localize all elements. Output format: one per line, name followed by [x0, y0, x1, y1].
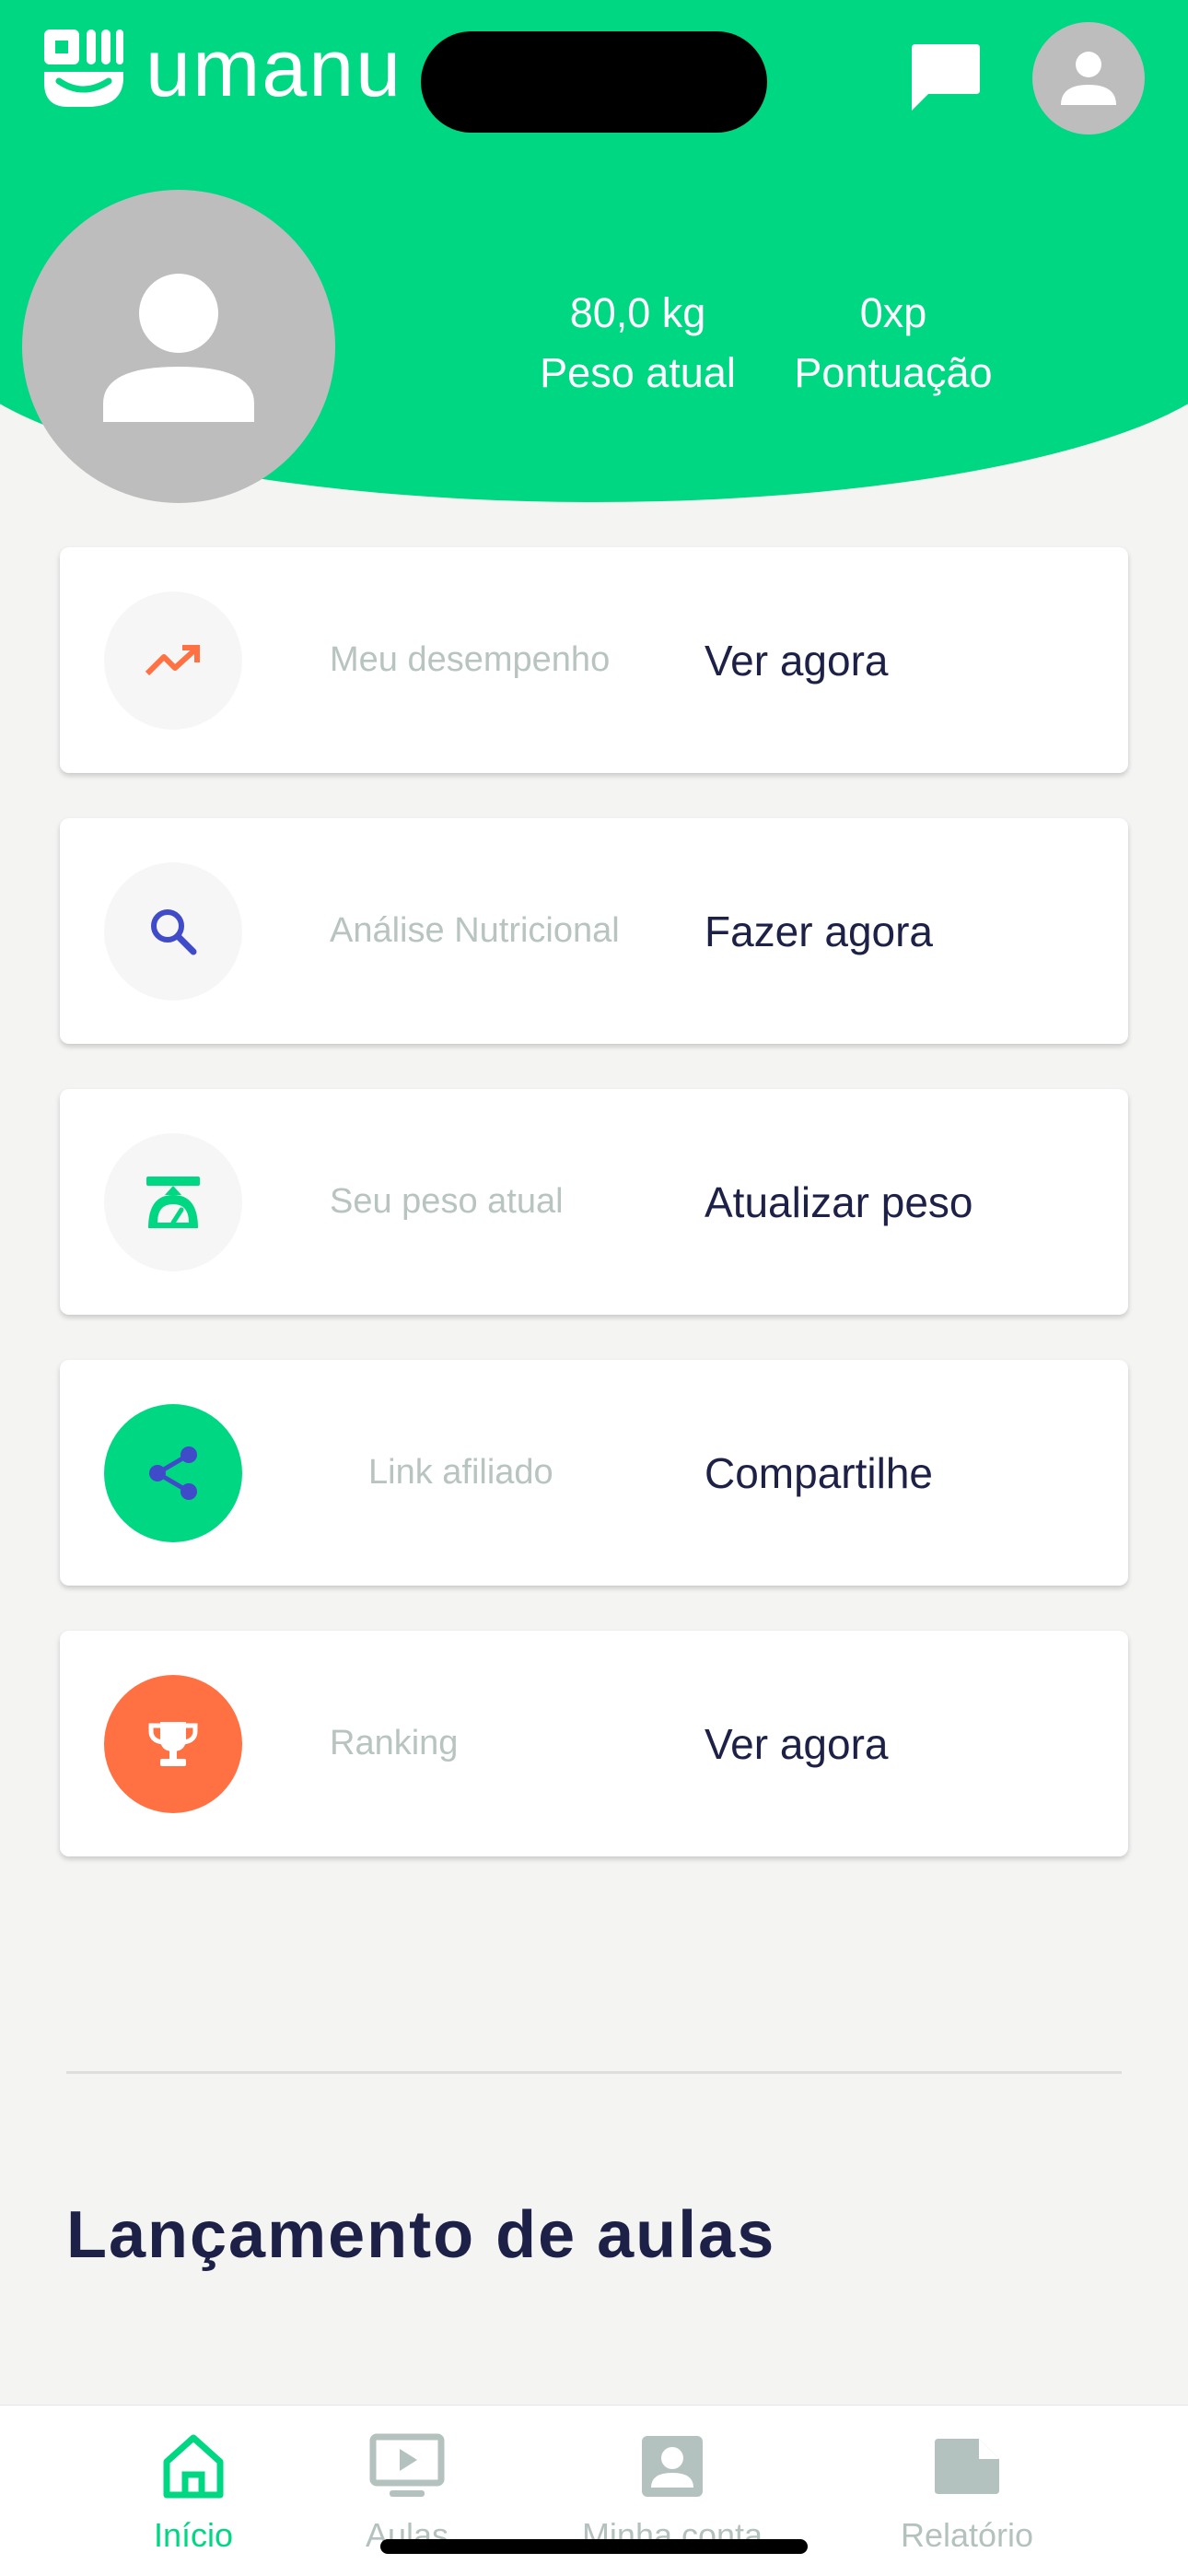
share-icon-circle [104, 1404, 242, 1542]
card-label: Ranking [330, 1724, 459, 1762]
home-screen: umanu 80,0 kg Peso atual 0xp Pontuação M… [0, 0, 1188, 2576]
search-icon [151, 909, 197, 955]
chat-icon [912, 44, 980, 111]
performance-card[interactable]: Meu desempenho Ver agora [60, 547, 1128, 773]
points-label: Pontuação [794, 349, 993, 396]
nav-item-relatorio[interactable]: Relatório [856, 2430, 1077, 2555]
nav-label: Relatório [900, 2516, 1034, 2554]
home-indicator[interactable] [380, 2539, 808, 2554]
current-weight-stat: 80,0 kg Peso atual [525, 286, 751, 405]
app-logo: umanu [41, 26, 402, 111]
share-icon [149, 1446, 197, 1500]
app-name: umanu [146, 22, 403, 113]
play-tv-icon [369, 2433, 445, 2497]
trending-up-icon [145, 645, 200, 676]
nutrition-analysis-card[interactable]: Análise Nutricional Fazer agora [60, 818, 1128, 1044]
section-divider [66, 2071, 1122, 2074]
affiliate-link-card[interactable]: Link afiliado Compartilhe [60, 1360, 1128, 1586]
ranking-icon-circle [104, 1675, 242, 1813]
chat-button[interactable] [907, 39, 984, 116]
card-action[interactable]: Fazer agora [705, 818, 933, 1044]
points-stat: 0xp Pontuação [778, 286, 1008, 405]
current-weight-value: 80,0 kg [569, 289, 706, 336]
account-button[interactable] [1032, 22, 1145, 135]
home-icon [163, 2434, 224, 2499]
card-label: Seu peso atual [330, 1182, 564, 1221]
person-icon [103, 274, 254, 422]
person-icon [1061, 52, 1116, 105]
logo-icon [44, 29, 123, 107]
card-label: Análise Nutricional [330, 911, 620, 950]
card-action[interactable]: Atualizar peso [705, 1089, 973, 1315]
trophy-icon [148, 1722, 198, 1766]
nav-item-minha-conta[interactable]: Minha conta [562, 2430, 783, 2555]
nav-item-inicio[interactable]: Início [83, 2430, 304, 2555]
account-box-icon [642, 2436, 703, 2497]
document-icon [935, 2439, 999, 2494]
current-weight-label: Peso atual [540, 349, 736, 396]
card-action[interactable]: Ver agora [705, 1631, 888, 1856]
card-action[interactable]: Ver agora [705, 547, 888, 773]
card-action[interactable]: Compartilhe [705, 1360, 933, 1586]
card-label: Link afiliado [368, 1453, 553, 1492]
scale-icon [146, 1177, 200, 1228]
nutrition-icon-circle [104, 862, 242, 1001]
nav-label: Início [153, 2516, 234, 2554]
section-title: Lançamento de aulas [66, 2198, 776, 2272]
nav-item-aulas[interactable]: Aulas [297, 2430, 518, 2555]
weight-icon-circle [104, 1133, 242, 1271]
performance-icon-circle [104, 591, 242, 730]
current-weight-card[interactable]: Seu peso atual Atualizar peso [60, 1089, 1128, 1315]
dynamic-island [421, 31, 767, 133]
profile-photo[interactable] [22, 190, 335, 503]
card-label: Meu desempenho [330, 640, 611, 679]
ranking-card[interactable]: Ranking Ver agora [60, 1631, 1128, 1856]
points-value: 0xp [859, 289, 927, 336]
